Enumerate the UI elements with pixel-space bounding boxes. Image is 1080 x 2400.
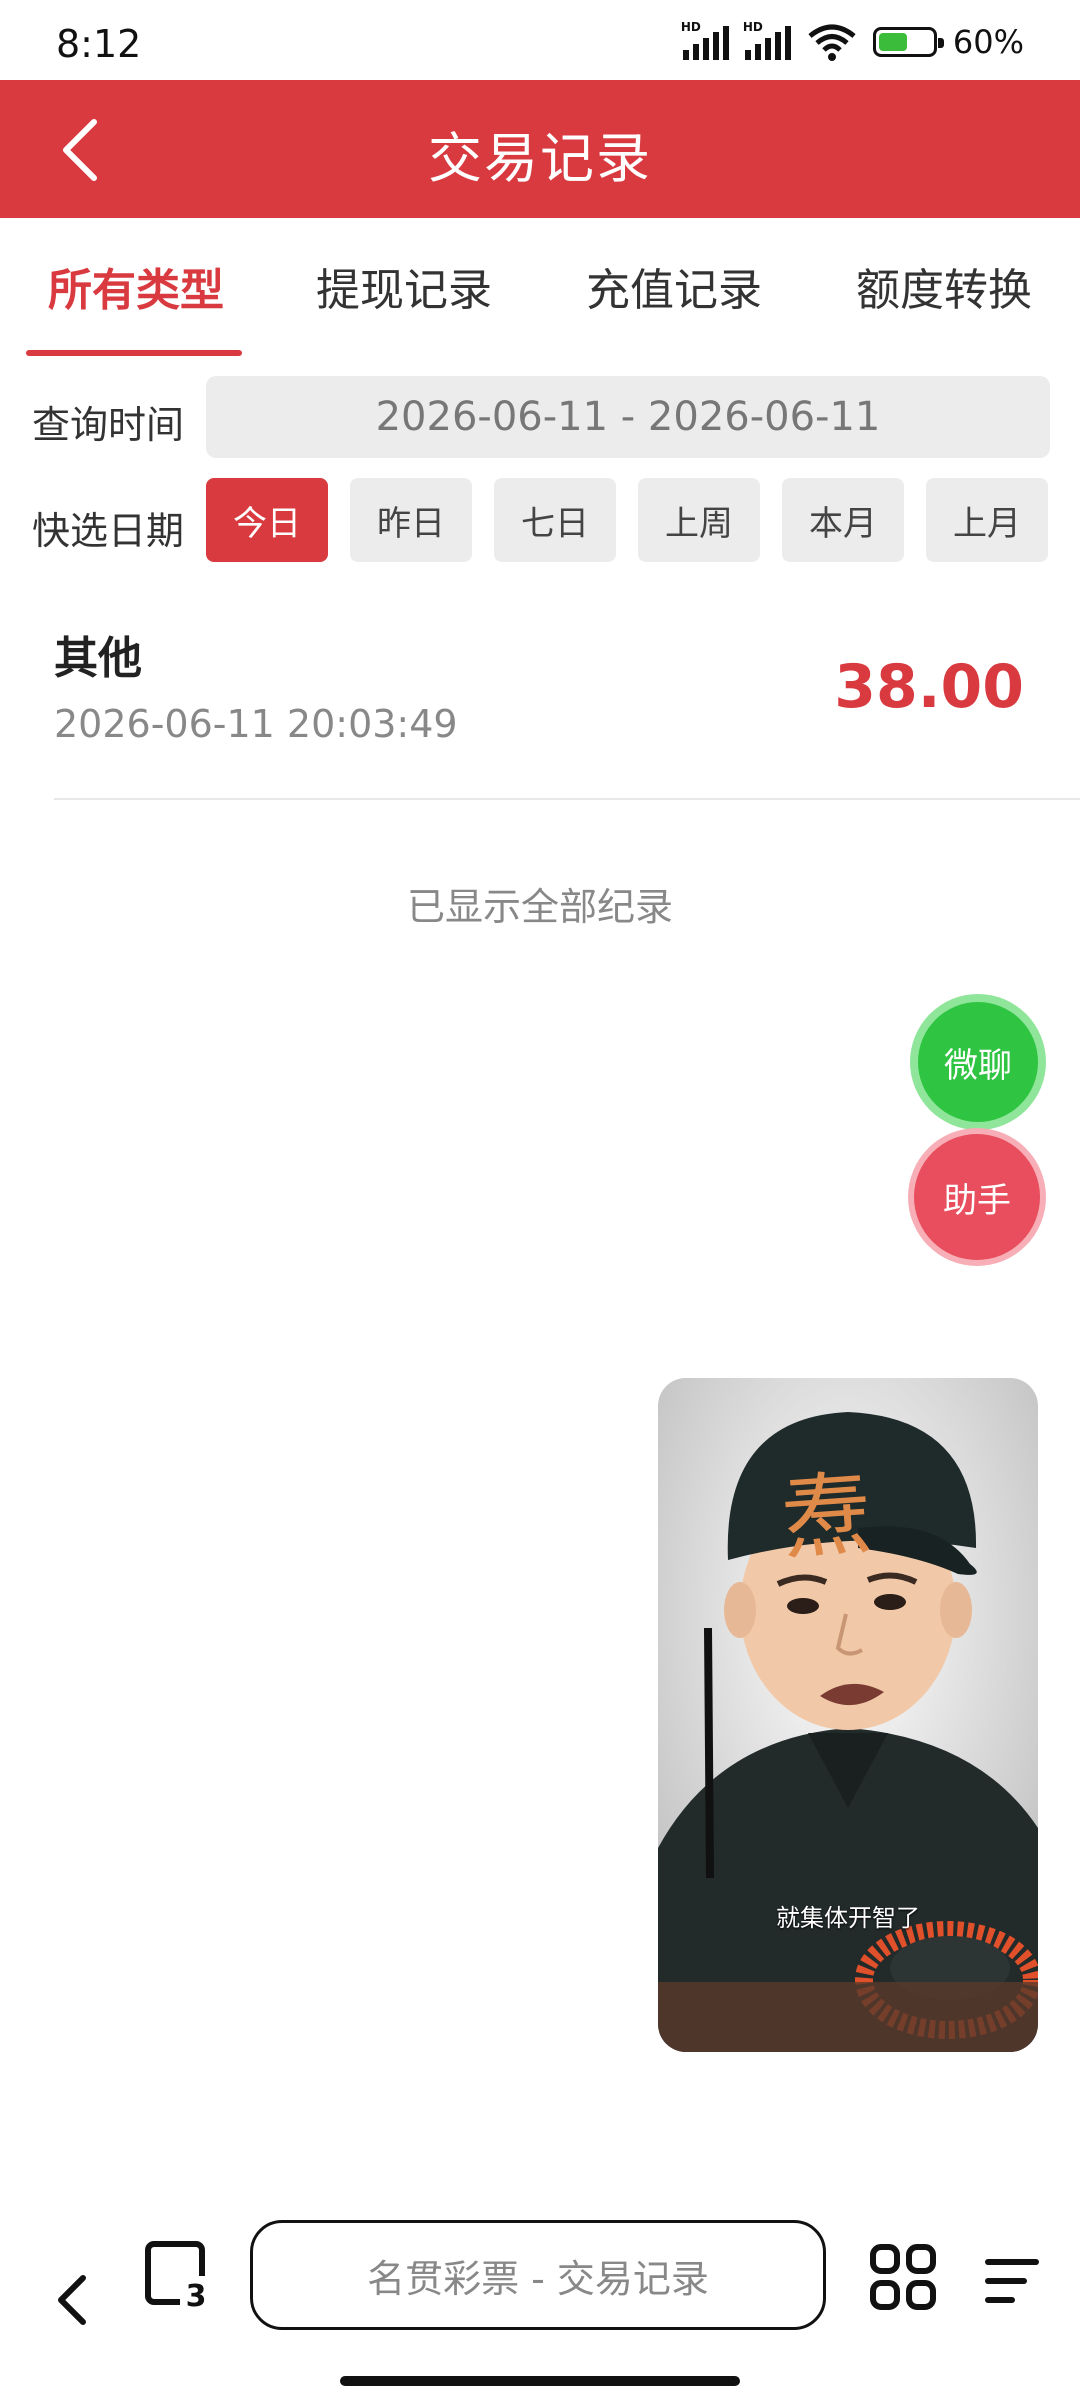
address-bar[interactable]: 名贯彩票 - 交易记录 [250, 2220, 826, 2330]
assistant-button[interactable]: 助手 [914, 1134, 1040, 1260]
hd-label-2: HD [742, 20, 763, 34]
quick-yesterday-button[interactable]: 昨日 [350, 478, 472, 562]
battery-icon [872, 27, 944, 57]
tab-count: 3 [186, 2279, 207, 2310]
status-bar: 8:12 HD HD 60% [0, 0, 1080, 80]
tab-bar: 所有类型 提现记录 充值记录 额度转换 [0, 218, 1080, 358]
divider [54, 798, 1080, 800]
tab-recharge-records[interactable]: 充值记录 [586, 254, 762, 318]
quick-seven-days-button[interactable]: 七日 [494, 478, 616, 562]
menu-icon [985, 2259, 1039, 2303]
menu-button[interactable] [984, 2256, 1040, 2306]
list-end-message: 已显示全部纪录 [406, 885, 673, 929]
wechat-chat-button[interactable]: 微聊 [918, 1002, 1038, 1122]
tab-all-types[interactable]: 所有类型 [48, 254, 224, 318]
quick-last-month-button[interactable]: 上月 [926, 478, 1048, 562]
browser-bottom-bar: 3 名贯彩票 - 交易记录 [0, 2200, 1080, 2400]
quick-last-week-button[interactable]: 上周 [638, 478, 760, 562]
floating-video-player[interactable]: 焘 就集体开智了 [658, 1378, 1038, 2052]
query-time-label: 查询时间 [32, 403, 185, 447]
home-indicator[interactable] [340, 2376, 740, 2386]
tab-withdraw-records[interactable]: 提现记录 [316, 254, 492, 318]
tab-quota-transfer[interactable]: 额度转换 [856, 254, 1032, 318]
cap-logo: 焘 [776, 1460, 877, 1574]
status-icons: HD HD 60% [681, 20, 1024, 62]
signal-icon: HD [681, 20, 729, 60]
tabs-icon: 3 [145, 2241, 212, 2314]
date-range-picker[interactable]: 2026-06-11 - 2026-06-11 [206, 376, 1050, 458]
record-amount: 38.00 [834, 652, 1024, 722]
page-title: 交易记录 [428, 127, 652, 190]
chevron-left-icon [58, 2275, 86, 2325]
apps-grid-button[interactable] [870, 2244, 936, 2310]
active-tab-indicator [26, 350, 242, 356]
record-type: 其他 [54, 633, 142, 684]
browser-back-button[interactable] [42, 2264, 102, 2336]
app-header: 交易记录 [0, 80, 1080, 218]
quick-today-button[interactable]: 今日 [206, 478, 328, 562]
video-caption: 就集体开智了 [776, 1904, 920, 1932]
status-time: 8:12 [56, 22, 142, 66]
wifi-icon [807, 22, 857, 62]
signal-icon-2: HD [743, 20, 791, 60]
grid-icon [870, 2244, 936, 2310]
battery-percent: 60% [952, 23, 1024, 61]
tabs-button[interactable]: 3 [144, 2240, 214, 2314]
quick-this-month-button[interactable]: 本月 [782, 478, 904, 562]
hd-label: HD [680, 20, 701, 34]
record-time: 2026-06-11 20:03:49 [54, 702, 458, 746]
quick-select-label: 快选日期 [32, 509, 185, 553]
